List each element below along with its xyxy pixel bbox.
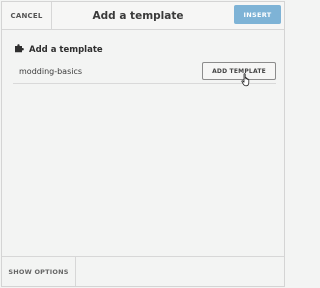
section-title-label: Add a template bbox=[29, 44, 103, 55]
template-name: modding-basics bbox=[19, 66, 83, 76]
dialog-header: CANCEL Add a template INSERT bbox=[2, 2, 284, 30]
add-template-dialog: CANCEL Add a template INSERT Add a templ… bbox=[1, 1, 285, 287]
insert-button[interactable]: INSERT bbox=[234, 5, 281, 24]
hand-pointer-icon bbox=[241, 72, 252, 91]
puzzle-piece-icon bbox=[14, 43, 29, 56]
show-options-button[interactable]: SHOW OPTIONS bbox=[2, 257, 76, 286]
dialog-footer: SHOW OPTIONS bbox=[2, 256, 284, 286]
template-row: modding-basics ADD TEMPLATE bbox=[13, 60, 276, 84]
section-heading: Add a template bbox=[14, 43, 103, 56]
add-template-button[interactable]: ADD TEMPLATE bbox=[202, 62, 276, 80]
dialog-title: Add a template bbox=[92, 9, 184, 22]
cancel-button[interactable]: CANCEL bbox=[2, 2, 52, 29]
